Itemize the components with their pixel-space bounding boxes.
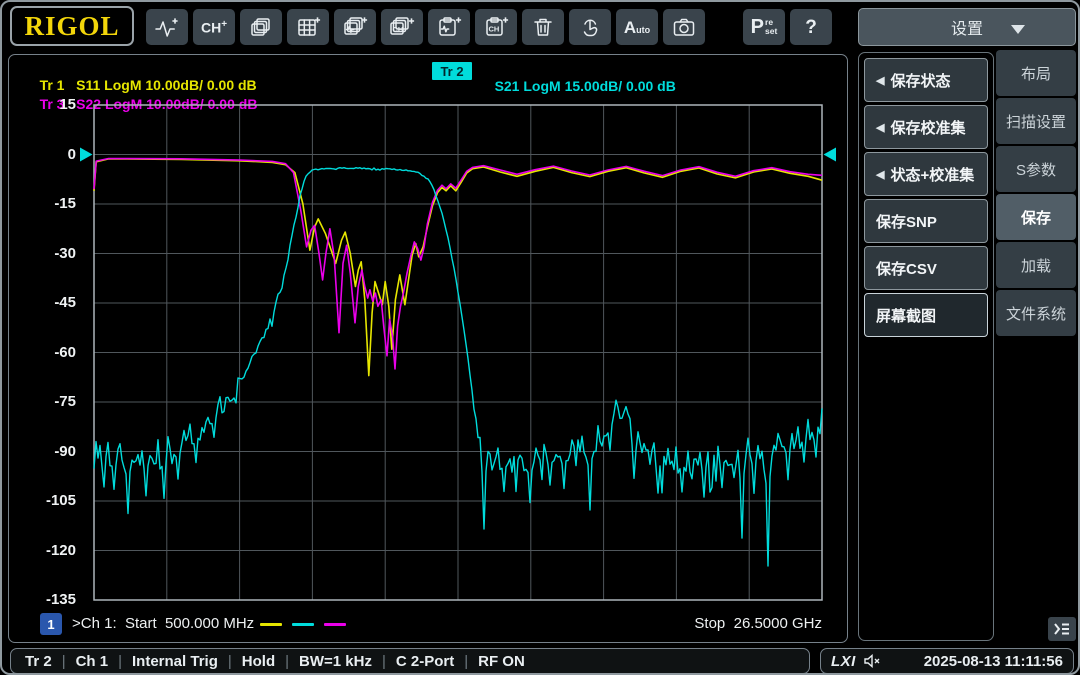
status-item: BW=1 kHz (299, 653, 372, 670)
tab-保存[interactable]: 保存 (996, 194, 1076, 240)
status-item: RF ON (478, 653, 525, 670)
ref-level-marker-right[interactable] (824, 148, 837, 162)
plot-area[interactable] (72, 97, 846, 607)
lxi-logo: LXI (831, 653, 856, 670)
tab-S参数[interactable]: S参数 (996, 146, 1076, 192)
vna-screen: RIGOL CH+CHCHAutoPreset? Tr 1 S11 LogM 1… (0, 0, 1080, 675)
y-tick-label: -15 (28, 195, 76, 212)
status-bar: Tr 2 | Ch 1 | Internal Trig | Hold | BW=1 kHz | C … (10, 648, 810, 674)
menu-item-屏幕截图[interactable]: 屏幕截图 (864, 293, 988, 337)
tab-加载[interactable]: 加载 (996, 242, 1076, 288)
submenu-arrow-icon: ◀ (876, 121, 884, 134)
menu-header-label: 设置 (951, 15, 983, 39)
new-channel-window-button[interactable]: CH (381, 9, 423, 45)
tab-文件系统[interactable]: 文件系统 (996, 290, 1076, 336)
delete-button[interactable] (522, 9, 564, 45)
clock: 2025-08-13 11:11:56 (889, 653, 1063, 670)
chevron-down-icon (1011, 25, 1025, 34)
help-button[interactable]: ? (790, 9, 832, 45)
channel-start-text: >Ch 1: Start 500.000 MHz (72, 615, 254, 632)
y-tick-label: 15 (28, 96, 76, 113)
y-tick-label: -135 (28, 591, 76, 608)
y-tick-label: -120 (28, 542, 76, 559)
status-item: Hold (242, 653, 275, 670)
submenu-arrow-icon: ◀ (876, 74, 884, 87)
y-tick-label: -30 (28, 245, 76, 262)
y-tick-label: -75 (28, 393, 76, 410)
status-item: C 2-Port (396, 653, 454, 670)
y-tick-label: 0 (28, 146, 76, 163)
add-trace-button[interactable] (146, 9, 188, 45)
y-tick-label: -90 (28, 443, 76, 460)
channel-doc-button[interactable]: CH (475, 9, 517, 45)
new-trace-window-button[interactable] (334, 9, 376, 45)
hide-menu-button[interactable] (1048, 617, 1076, 641)
grid-lines (94, 105, 822, 600)
y-tick-label: -60 (28, 344, 76, 361)
channel-stop-text: Stop 26.5000 GHz (602, 615, 822, 632)
touch-button[interactable] (569, 9, 611, 45)
preset-button[interactable]: Preset (743, 9, 785, 45)
collapse-menu-icon (1053, 622, 1071, 636)
add-channel-button[interactable]: CH+ (193, 9, 235, 45)
svg-text:CH: CH (393, 25, 404, 34)
y-tick-label: -45 (28, 294, 76, 311)
tab-布局[interactable]: 布局 (996, 50, 1076, 96)
channel-number-badge[interactable]: 1 (40, 613, 62, 635)
trace-color-swatch (260, 623, 282, 626)
status-separator: | (285, 653, 289, 670)
status-separator: | (118, 653, 122, 670)
svg-text:CH: CH (489, 25, 500, 34)
status-bar-right: LXI 2025-08-13 11:11:56 (820, 648, 1074, 674)
status-separator: | (62, 653, 66, 670)
status-item: Tr 2 (25, 653, 52, 670)
rigol-logo: RIGOL (10, 6, 134, 46)
tab-扫描设置[interactable]: 扫描设置 (996, 98, 1076, 144)
menu-item-保存CSV[interactable]: 保存CSV (864, 246, 988, 290)
trace-color-swatch (292, 623, 314, 626)
mute-icon (864, 654, 881, 668)
window-layout-button[interactable] (240, 9, 282, 45)
menu-item-保存状态[interactable]: ◀保存状态 (864, 58, 988, 102)
trace-color-swatch (324, 623, 346, 626)
auto-scale-button[interactable]: Auto (616, 9, 658, 45)
ref-level-marker-left[interactable] (80, 148, 93, 162)
y-tick-label: -105 (28, 492, 76, 509)
menu-item-保存SNP[interactable]: 保存SNP (864, 199, 988, 243)
status-separator: | (228, 653, 232, 670)
menu-item-保存校准集[interactable]: ◀保存校准集 (864, 105, 988, 149)
trace2-active-badge[interactable]: Tr 2 (432, 62, 472, 80)
submenu-arrow-icon: ◀ (876, 168, 884, 181)
menu-item-状态+校准集[interactable]: ◀状态+校准集 (864, 152, 988, 196)
status-item: Ch 1 (76, 653, 109, 670)
status-separator: | (464, 653, 468, 670)
trace2-info: S21 LogM 15.00dB/ 0.00 dB (495, 78, 676, 94)
measure-setup-button[interactable] (428, 9, 470, 45)
menu-header[interactable]: 设置 (858, 8, 1076, 46)
status-item: Internal Trig (132, 653, 218, 670)
rigol-logo-text: RIGOL (24, 11, 119, 42)
status-separator: | (382, 653, 386, 670)
trace-table-button[interactable] (287, 9, 329, 45)
screenshot-button[interactable] (663, 9, 705, 45)
